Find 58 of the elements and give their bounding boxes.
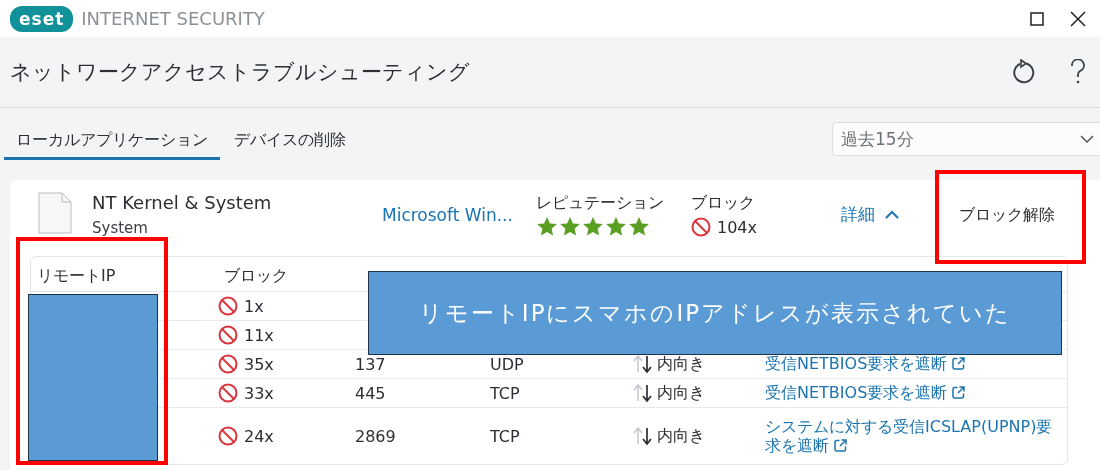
unblock-button[interactable]: ブロック解除: [959, 205, 1055, 226]
chevron-down-icon: [1080, 135, 1094, 143]
protocol: TCP: [490, 426, 520, 446]
direction: 内向き: [657, 382, 705, 404]
file-icon: [38, 192, 72, 234]
rule-link[interactable]: 受信NETBIOS要求を遮断: [765, 354, 966, 374]
direction: 内向き: [657, 353, 705, 375]
direction-arrows-icon: [633, 355, 653, 373]
help-icon[interactable]: [1070, 59, 1086, 85]
star-icon: [559, 216, 581, 237]
blocked-count: 11x: [244, 325, 274, 345]
blocked-label: ブロック: [691, 193, 756, 214]
tab[interactable]: ローカルアプリケーション: [4, 130, 220, 160]
blocked-icon: [218, 296, 238, 316]
external-link-icon: [952, 357, 966, 371]
blocked-icon: [218, 325, 238, 345]
maximize-icon[interactable]: [1030, 11, 1044, 26]
blocked-icon: [691, 217, 711, 237]
direction-arrows-icon: [633, 427, 653, 445]
app-title: INTERNET SECURITY: [81, 8, 265, 29]
port-number: 137: [355, 354, 386, 374]
blocked-icon: [218, 426, 238, 446]
port-number: 445: [355, 383, 386, 403]
column-header: ブロック: [223, 266, 289, 287]
blocked-count: 24x: [244, 426, 274, 446]
annotation-callout: リモートIPにスマホのIPアドレスが表示されていた: [368, 271, 1062, 355]
star-icon: [536, 216, 558, 237]
direction: 内向き: [657, 425, 705, 447]
blocked-count: 33x: [244, 383, 274, 403]
star-icon: [605, 216, 627, 237]
reputation-label: レピュテーション: [536, 193, 665, 214]
port-number: 2869: [355, 426, 396, 446]
rule-link[interactable]: システムに対する受信ICSLAP(UPNP)要求を遮断: [765, 416, 1055, 456]
blocked-icon: [218, 354, 238, 374]
app-name: NT Kernel & System: [92, 192, 273, 213]
blocked-count: 35x: [244, 354, 274, 374]
rule-link[interactable]: 受信NETBIOS要求を遮断: [765, 383, 966, 403]
publisher-link[interactable]: Microsoft Win...: [382, 205, 536, 226]
page-title: ネットワークアクセストラブルシューティング: [10, 59, 471, 86]
external-link-icon: [834, 439, 847, 452]
details-toggle[interactable]: 詳細: [841, 203, 941, 226]
protocol: UDP: [490, 354, 524, 374]
time-range-dropdown[interactable]: 過去15分: [832, 122, 1100, 156]
chevron-icon: [885, 209, 899, 220]
app-path: System: [92, 219, 149, 237]
refresh-icon[interactable]: [1012, 59, 1036, 85]
direction-arrows-icon: [633, 384, 653, 402]
protocol: TCP: [490, 383, 520, 403]
column-header: リモートIP: [36, 266, 117, 287]
star-icon: [628, 216, 650, 237]
blocked-icon: [218, 383, 238, 403]
close-icon[interactable]: [1070, 10, 1086, 27]
blocked-total: 104x: [717, 217, 757, 237]
blocked-count: 1x: [244, 296, 264, 316]
star-icon: [582, 216, 604, 237]
brand-logo: eset: [10, 5, 74, 32]
tab[interactable]: デバイスの削除: [222, 130, 358, 160]
external-link-icon: [952, 386, 966, 400]
